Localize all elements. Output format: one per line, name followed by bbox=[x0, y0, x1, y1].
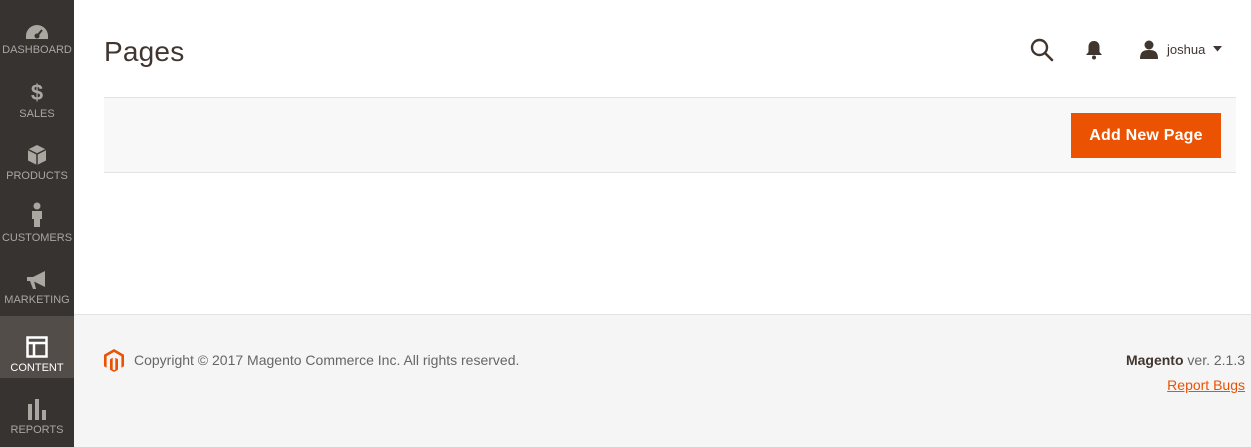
sidebar-item-customers[interactable]: Customers bbox=[0, 186, 74, 248]
version-number: ver. 2.1.3 bbox=[1183, 352, 1245, 368]
megaphone-icon bbox=[25, 262, 49, 290]
sidebar-item-reports[interactable]: Reports bbox=[0, 378, 74, 440]
dashboard-icon bbox=[25, 18, 49, 40]
sidebar-item-marketing[interactable]: Marketing bbox=[0, 248, 74, 310]
caret-down-icon bbox=[1213, 46, 1223, 52]
bell-icon bbox=[1086, 41, 1102, 60]
sidebar-item-label: Products bbox=[6, 170, 68, 182]
add-new-page-button[interactable]: Add New Page bbox=[1071, 113, 1221, 158]
global-search-button[interactable] bbox=[1030, 38, 1054, 62]
bar-chart-icon bbox=[26, 392, 48, 420]
user-name: joshua bbox=[1167, 41, 1206, 57]
sidebar-item-label: Sales bbox=[19, 108, 55, 120]
sidebar-item-label: Content bbox=[10, 362, 64, 374]
magento-logo-icon bbox=[104, 349, 124, 372]
user-account-menu[interactable]: joshua bbox=[1139, 38, 1223, 60]
page-title: Pages bbox=[104, 36, 185, 67]
user-icon bbox=[1140, 40, 1158, 59]
sidebar-item-sales[interactable]: $ Sales bbox=[0, 62, 74, 124]
sidebar-item-products[interactable]: Products bbox=[0, 124, 74, 186]
version-info: Magento ver. 2.1.3 bbox=[1126, 352, 1245, 368]
search-icon bbox=[1030, 38, 1054, 62]
sidebar-item-label: Reports bbox=[10, 424, 64, 436]
person-icon bbox=[30, 200, 44, 228]
page-actions-bar bbox=[104, 97, 1236, 173]
layout-icon bbox=[26, 330, 48, 358]
sidebar-item-content[interactable]: Content bbox=[0, 316, 74, 378]
brand-name: Magento bbox=[1125, 352, 1184, 368]
admin-sidebar: Dashboard $ Sales Products Customers Mar… bbox=[0, 0, 74, 447]
sidebar-item-label: Marketing bbox=[4, 294, 70, 306]
report-bugs-link[interactable]: Report Bugs bbox=[1167, 377, 1245, 393]
page-footer bbox=[74, 314, 1251, 447]
dollar-icon: $ bbox=[30, 80, 44, 105]
sidebar-item-label: Dashboard bbox=[2, 44, 72, 56]
sidebar-item-dashboard[interactable]: Dashboard bbox=[0, 0, 74, 62]
copyright-text: Copyright © 2017 Magento Commerce Inc. A… bbox=[134, 352, 520, 368]
sidebar-item-label: Customers bbox=[1, 232, 73, 244]
box-icon bbox=[27, 138, 47, 166]
notifications-button[interactable] bbox=[1085, 40, 1105, 62]
